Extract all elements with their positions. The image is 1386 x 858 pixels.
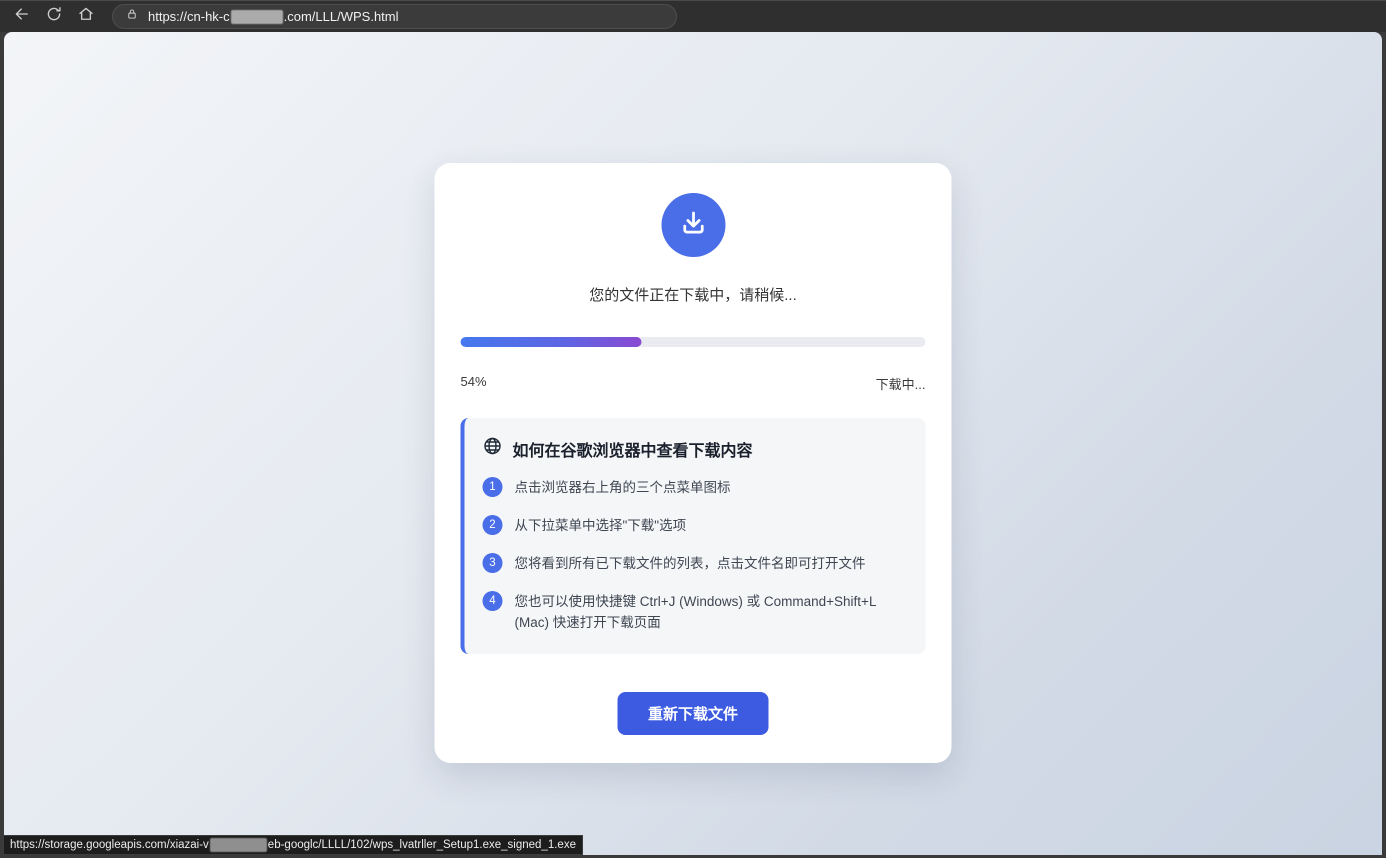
page-background: 您的文件正在下载中，请稍候... 54% 下载中... 如何在谷歌浏览器中查看下… [4,32,1382,855]
home-icon [77,5,95,28]
instructions-box: 如何在谷歌浏览器中查看下载内容 1 点击浏览器右上角的三个点菜单图标 2 从下拉… [460,418,926,654]
instructions-title-row: 如何在谷歌浏览器中查看下载内容 [483,436,906,461]
download-icon [678,208,708,243]
progress-fill [460,337,642,347]
step-number-badge: 1 [482,477,503,497]
progress-status: 下载中... [875,377,926,392]
refresh-icon [45,5,63,28]
back-button[interactable] [8,4,36,30]
refresh-button[interactable] [40,4,68,30]
instruction-step: 4 您也可以使用快捷键 Ctrl+J (Windows) 或 Command+S… [482,590,906,634]
instruction-step: 1 点击浏览器右上角的三个点菜单图标 [482,476,906,499]
address-url: https://cn-hk-c .com/LLL/WPS.html [148,9,399,24]
download-icon-circle [661,193,725,257]
browser-toolbar: https://cn-hk-c .com/LLL/WPS.html [0,0,1386,32]
step-number-badge: 2 [482,514,503,535]
lock-icon [125,7,139,26]
step-text: 您将看到所有已下载文件的列表，点击文件名即可打开文件 [514,555,866,571]
globe-icon [483,436,503,461]
step-text: 点击浏览器右上角的三个点菜单图标 [514,480,731,495]
progress-info-row: 54% 下载中... [461,374,926,393]
instruction-step: 3 您将看到所有已下载文件的列表，点击文件名即可打开文件 [482,552,906,575]
step-text: 从下拉菜单中选择"下载"选项 [514,517,687,533]
address-bar[interactable]: https://cn-hk-c .com/LLL/WPS.html [112,4,677,29]
instruction-step: 2 从下拉菜单中选择"下载"选项 [482,514,906,537]
download-status-message: 您的文件正在下载中，请稍候... [589,287,797,304]
back-arrow-icon [13,5,31,28]
progress-percent: 54% [460,374,487,389]
redownload-button[interactable]: 重新下载文件 [617,691,768,735]
status-link-prefix: https://storage.googleapis.com/xiazai-v [10,839,209,851]
step-text: 您也可以使用快捷键 Ctrl+J (Windows) 或 Command+Shi… [514,593,876,630]
step-number-badge: 4 [482,590,503,611]
link-status-bar: https://storage.googleapis.com/xiazai-v e… [3,835,583,855]
step-number-badge: 3 [482,552,503,573]
redacted-link-segment [209,838,267,852]
instructions-title: 如何在谷歌浏览器中查看下载内容 [512,442,753,460]
download-card: 您的文件正在下载中，请稍候... 54% 下载中... 如何在谷歌浏览器中查看下… [434,163,952,763]
progress-bar [460,337,926,347]
home-button[interactable] [72,4,100,30]
status-link-suffix: eb-googlc/LLLL/102/wps_lvatrller_Setup1.… [267,839,576,851]
redacted-url-segment [230,9,283,24]
